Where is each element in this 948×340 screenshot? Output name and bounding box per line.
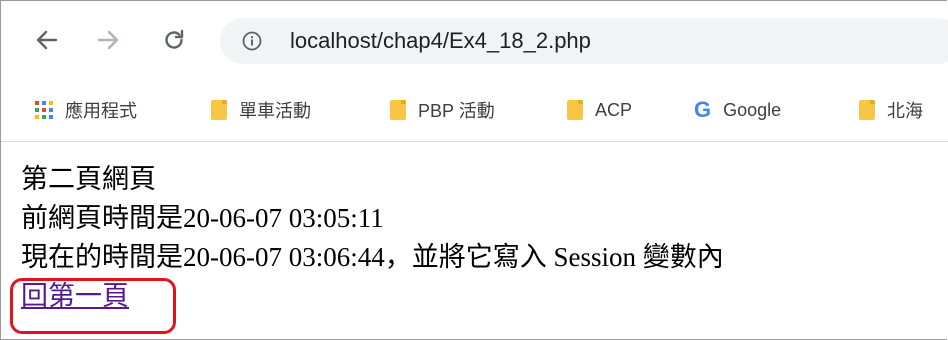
bookmark-label: 單車活動 [239,101,311,121]
url-text[interactable]: localhost/chap4/Ex4_18_2.php [290,27,591,55]
bookmark-label: ACP [595,99,633,120]
address-bar[interactable]: localhost/chap4/Ex4_18_2.php [220,18,948,64]
bookmark-label: 北海 [887,101,923,121]
forward-button[interactable] [93,25,123,55]
previous-time-text: 前網頁時間是20-06-07 03:05:11 [21,203,384,233]
bookmarks-bar: 應用程式 單車活動 PBP 活動 ACP G Google 北海 [1,83,948,142]
reload-button[interactable] [159,25,189,55]
back-button[interactable] [32,25,62,55]
current-time-text: 現在的時間是20-06-07 03:06:44，並將它寫入 Session 變數… [21,242,724,272]
bookmark-acp[interactable]: ACP [567,95,632,125]
page-heading: 第二頁網頁 [21,164,156,194]
bookmark-google[interactable]: G Google [694,95,781,125]
page-content: 第二頁網頁 前網頁時間是20-06-07 03:05:11 現在的時間是20-0… [21,160,724,316]
bookmark-apps[interactable]: 應用程式 [35,95,137,125]
bookmark-cycling[interactable]: 單車活動 [211,95,311,125]
bookmark-label: 應用程式 [65,101,137,121]
bookmark-label: Google [723,99,782,120]
folder-icon [567,100,583,120]
folder-icon [390,100,406,120]
bookmark-label: PBP 活動 [418,101,495,121]
bookmark-beihai[interactable]: 北海 [859,95,923,125]
folder-icon [859,100,875,120]
folder-icon [211,100,227,120]
google-icon: G [694,97,712,122]
arrow-left-icon [36,30,58,50]
info-icon[interactable] [242,31,262,51]
apps-grid-icon [35,101,53,119]
arrow-right-icon [97,30,119,50]
back-to-first-page-link[interactable]: 回第一頁 [21,277,129,316]
browser-toolbar: localhost/chap4/Ex4_18_2.php [1,1,948,83]
reload-icon [165,29,184,49]
bookmark-pbp[interactable]: PBP 活動 [390,95,495,125]
